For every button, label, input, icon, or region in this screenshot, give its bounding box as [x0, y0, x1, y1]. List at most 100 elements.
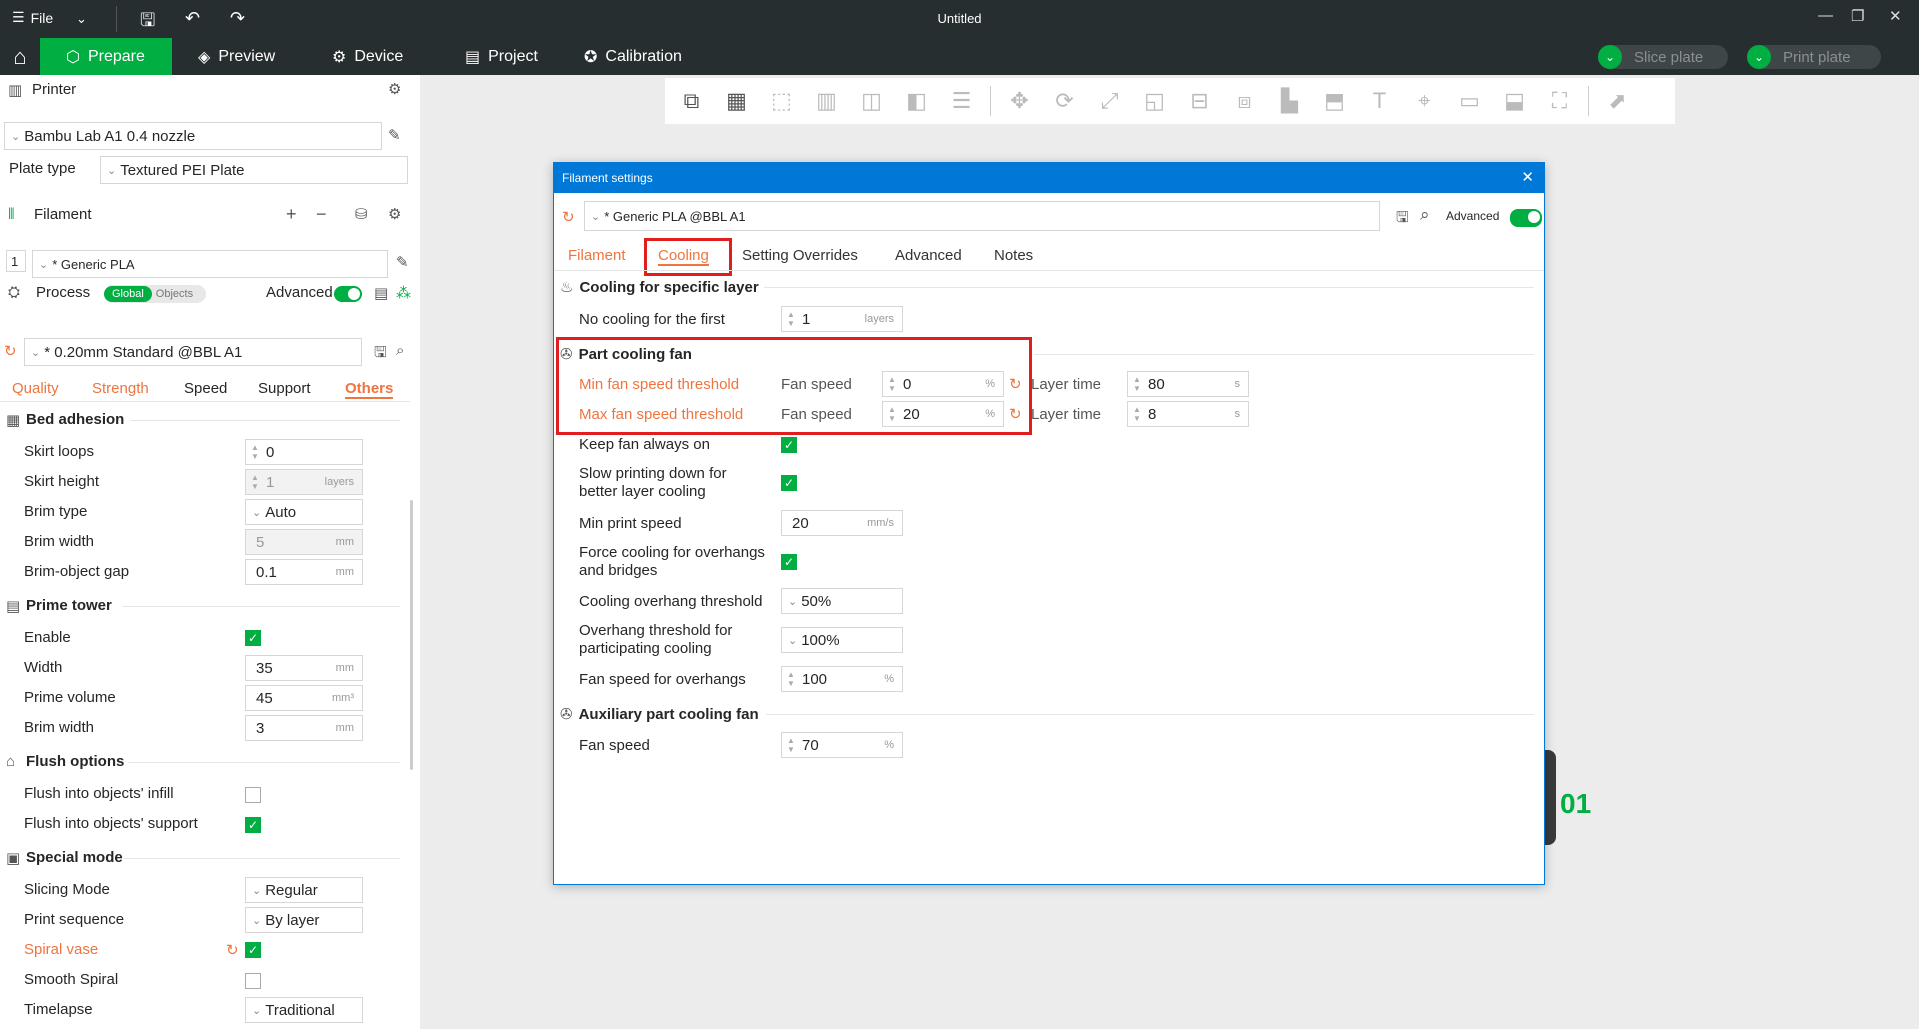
max-fan-speed-input[interactable]: ▲ ▼ 20% [882, 401, 1004, 427]
minimize-icon[interactable]: — [1818, 7, 1833, 24]
filament-select[interactable]: ⌄ * Generic PLA [32, 250, 388, 278]
enable-checkbox[interactable]: ✓ [245, 630, 261, 646]
tab-filament[interactable]: Filament [568, 247, 626, 264]
add-plate-icon[interactable]: ▦ [714, 88, 759, 114]
cut-icon[interactable]: ⊟ [1177, 88, 1222, 114]
stepper-icon[interactable]: ▲ ▼ [246, 473, 264, 491]
no-cooling-input[interactable]: ▲ ▼ 1 layers [781, 306, 903, 332]
measure-icon[interactable]: ▭ [1447, 88, 1492, 114]
support-paint-icon[interactable]: ▙ [1267, 88, 1312, 114]
min-layer-time-input[interactable]: ▲ ▼ 80 s [1127, 371, 1249, 397]
subtab-support[interactable]: Support [258, 380, 311, 397]
advanced-toggle[interactable] [1510, 209, 1542, 227]
tab-device[interactable]: ⚙ Device [318, 38, 417, 75]
sync-icon[interactable]: ⛁ [355, 205, 368, 223]
save-icon[interactable]: 🖫 [1396, 207, 1409, 232]
scale-icon[interactable]: ⤢ [1087, 88, 1132, 114]
orient-icon[interactable]: ⬚ [759, 88, 804, 114]
min-fan-speed-input[interactable]: ▲ ▼ 0% [882, 371, 1004, 397]
add-object-icon[interactable]: ⧉ [669, 88, 714, 114]
keep-fan-on-checkbox[interactable]: ✓ [781, 437, 797, 453]
boolean-icon[interactable]: ⧈ [1222, 88, 1267, 114]
stepper-icon[interactable]: ▲ ▼ [1128, 405, 1146, 423]
spiral-vase-checkbox[interactable]: ✓ [245, 942, 261, 958]
stepper-icon[interactable]: ▲ ▼ [246, 443, 264, 461]
prime-brim-width-input[interactable]: 3 mm [245, 715, 363, 741]
layers-icon[interactable]: ☰ [939, 88, 984, 114]
stepper-icon[interactable]: ▲ ▼ [782, 670, 800, 688]
reset-icon[interactable]: ↻ [1009, 405, 1022, 423]
slicing-mode-select[interactable]: ⌄ Regular [245, 877, 363, 903]
brim-gap-input[interactable]: 0.1 mm [245, 559, 363, 585]
reset-icon[interactable]: ↻ [4, 342, 17, 360]
participating-threshold-select[interactable]: ⌄ 100% [781, 627, 903, 653]
color-paint-icon[interactable]: ⌖ [1402, 88, 1447, 114]
plate-type-select[interactable]: ⌄ Textured PEI Plate [100, 156, 408, 184]
restore-icon[interactable]: ❐ [1851, 7, 1864, 25]
edit-icon[interactable]: ✎ [396, 253, 409, 271]
arrange-icon[interactable]: ▥ [804, 88, 849, 114]
list-icon[interactable]: ▤ [374, 284, 388, 302]
global-option[interactable]: Global [104, 286, 152, 302]
split-parts-icon[interactable]: ◧ [894, 88, 939, 114]
overhang-threshold-select[interactable]: ⌄ 50% [781, 588, 903, 614]
filament-preset-select[interactable]: ⌄ * Generic PLA @BBL A1 [584, 201, 1380, 231]
timelapse-select[interactable]: ⌄ Traditional [245, 997, 363, 1023]
flush-infill-checkbox[interactable] [245, 787, 261, 803]
print-plate-button[interactable]: ⌄ Print plate [1747, 45, 1881, 69]
skirt-loops-input[interactable]: ▲ ▼ 0 [245, 439, 363, 465]
printer-select[interactable]: ⌄ Bambu Lab A1 0.4 nozzle [4, 122, 382, 150]
reset-icon[interactable]: ↻ [1009, 375, 1022, 393]
minus-icon[interactable]: − [316, 204, 327, 225]
plus-icon[interactable]: + [286, 204, 297, 225]
tab-project[interactable]: ▤ Project [451, 38, 552, 75]
reset-icon[interactable]: ↻ [562, 208, 575, 226]
assembly-icon[interactable]: ⬓ [1492, 88, 1537, 114]
scrollbar[interactable] [410, 500, 413, 770]
subtab-others[interactable]: Others [345, 380, 394, 399]
force-cooling-checkbox[interactable]: ✓ [781, 554, 797, 570]
fit-view-icon[interactable]: ⛶ [1537, 88, 1582, 114]
width-input[interactable]: 35 mm [245, 655, 363, 681]
prime-volume-input[interactable]: 45 mm³ [245, 685, 363, 711]
stepper-icon[interactable]: ▲ ▼ [1128, 375, 1146, 393]
aux-fan-speed-input[interactable]: ▲ ▼ 70% [781, 732, 903, 758]
home-icon[interactable]: ⌂ [0, 38, 40, 75]
stepper-icon[interactable]: ▲ ▼ [883, 375, 901, 393]
brim-type-select[interactable]: ⌄ Auto [245, 499, 363, 525]
move-icon[interactable]: ✥ [997, 88, 1042, 114]
slow-down-checkbox[interactable]: ✓ [781, 475, 797, 491]
slice-plate-button[interactable]: ⌄ Slice plate [1598, 45, 1728, 69]
process-scope-toggle[interactable]: Global Objects [104, 285, 206, 303]
tab-calibration[interactable]: ✪ Calibration [570, 38, 696, 75]
explode-icon[interactable]: ⬈ [1595, 88, 1640, 114]
text-icon[interactable]: T [1357, 88, 1402, 114]
smooth-spiral-checkbox[interactable] [245, 973, 261, 989]
save-icon[interactable]: 🖫 [374, 342, 387, 367]
max-layer-time-input[interactable]: ▲ ▼ 8 s [1127, 401, 1249, 427]
lay-on-face-icon[interactable]: ◱ [1132, 88, 1177, 114]
tab-prepare[interactable]: ⬡ Prepare [40, 38, 172, 75]
subtab-strength[interactable]: Strength [92, 380, 149, 397]
subtab-quality[interactable]: Quality [12, 380, 59, 397]
tab-preview[interactable]: ◈ Preview [184, 38, 289, 75]
stepper-icon[interactable]: ▲ ▼ [883, 405, 901, 423]
tab-notes[interactable]: Notes [994, 247, 1033, 264]
gear-icon[interactable]: ⚙ [388, 80, 401, 98]
overhang-fan-speed-input[interactable]: ▲ ▼ 100% [781, 666, 903, 692]
tab-setting-overrides[interactable]: Setting Overrides [742, 247, 858, 264]
gear-icon[interactable]: ⚙ [388, 205, 401, 223]
flush-support-checkbox[interactable]: ✓ [245, 817, 261, 833]
stepper-icon[interactable]: ▲ ▼ [782, 310, 800, 328]
print-sequence-select[interactable]: ⌄ By layer [245, 907, 363, 933]
stepper-icon[interactable]: ▲ ▼ [782, 736, 800, 754]
reset-icon[interactable]: ↻ [226, 941, 239, 959]
advanced-toggle[interactable] [334, 286, 362, 302]
process-preset-select[interactable]: ⌄ * 0.20mm Standard @BBL A1 [24, 338, 362, 366]
close-icon[interactable]: ✕ [1521, 168, 1534, 186]
brim-width-input[interactable]: 5 mm [245, 529, 363, 555]
min-print-speed-input[interactable]: 20 mm/s [781, 510, 903, 536]
subtab-speed[interactable]: Speed [184, 380, 227, 397]
close-window-icon[interactable]: ✕ [1889, 7, 1902, 25]
search-icon[interactable]: ⌕ [1420, 205, 1430, 225]
